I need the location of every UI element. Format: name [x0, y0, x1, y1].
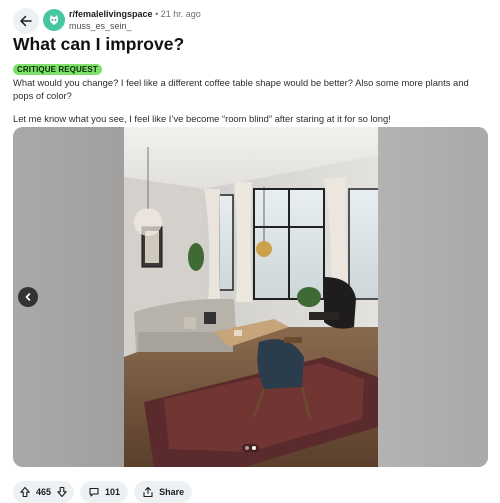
downvote-arrow-icon[interactable] — [56, 486, 68, 498]
vote-control: 465 — [13, 481, 75, 503]
arrow-left-icon — [19, 14, 33, 28]
post-flair[interactable]: CRITIQUE REQUEST — [13, 64, 102, 75]
back-button[interactable] — [13, 8, 39, 34]
vote-count: 465 — [36, 487, 52, 497]
carousel-dot-active[interactable] — [252, 446, 256, 450]
post-time: 21 hr. ago — [160, 9, 201, 19]
chevron-left-icon — [23, 292, 33, 302]
share-label: Share — [159, 487, 185, 497]
image-carousel[interactable] — [13, 127, 488, 467]
living-room-photo — [124, 127, 378, 467]
comment-bubble-icon — [88, 486, 100, 498]
post-paragraph: Let me know what you see, I feel like I’… — [13, 113, 391, 124]
carousel-dot[interactable] — [245, 446, 249, 450]
carousel-indicator — [242, 444, 259, 452]
subreddit-link[interactable]: r/femalelivingspace — [69, 9, 153, 19]
subreddit-avatar-icon — [47, 13, 61, 27]
subreddit-avatar[interactable] — [43, 9, 65, 31]
meta-separator: • — [155, 9, 159, 19]
carousel-prev-button[interactable] — [18, 287, 38, 307]
post-paragraph: What would you change? I feel like a dif… — [13, 77, 469, 101]
upvote-arrow-icon[interactable] — [19, 486, 31, 498]
post-meta: r/femalelivingspace • 21 hr. ago muss_es… — [69, 9, 201, 32]
post-title: What can I improve? — [13, 34, 185, 54]
share-button[interactable]: Share — [134, 481, 193, 503]
post-actions: 465 101 Share — [13, 481, 193, 503]
comment-count: 101 — [105, 487, 121, 497]
carousel-blur-right — [378, 127, 488, 467]
share-icon — [142, 486, 154, 498]
author-link[interactable]: muss_es_sein_ — [69, 21, 201, 32]
comments-button[interactable]: 101 — [80, 481, 129, 503]
